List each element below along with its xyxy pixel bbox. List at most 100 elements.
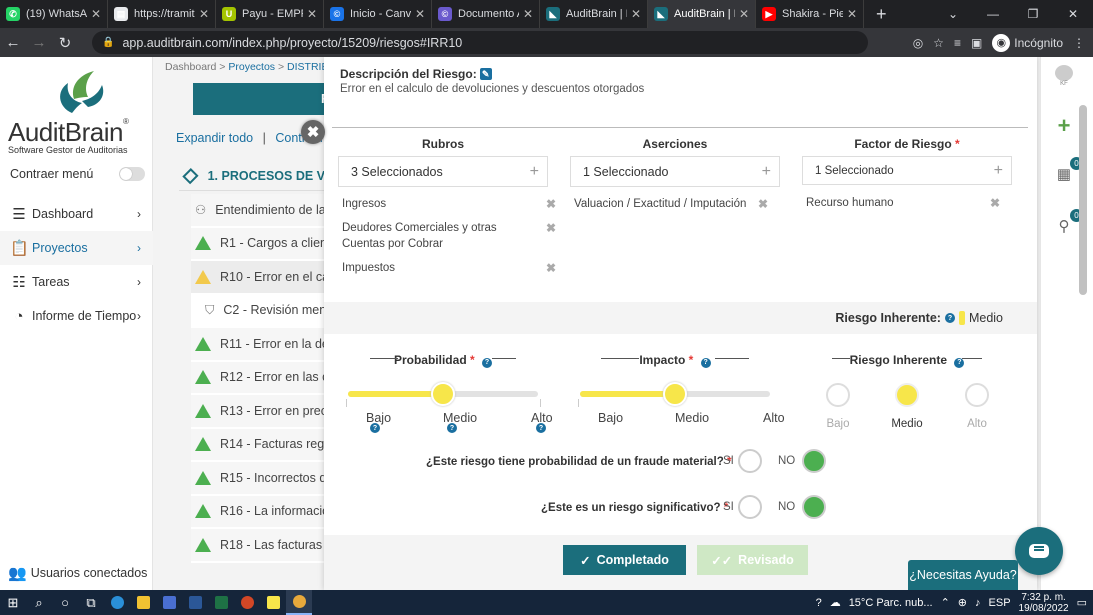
close-tab-icon[interactable]: ✕ — [631, 7, 641, 21]
restore-icon[interactable]: ❐ — [1013, 7, 1053, 21]
close-tab-icon[interactable]: ✕ — [199, 7, 209, 21]
risk-list-item[interactable]: R12 - Error en las cuentas — [191, 361, 341, 395]
browser-tab[interactable]: © Documento A ✕ — [432, 0, 540, 28]
new-tab-button[interactable]: + — [876, 4, 887, 25]
sidepanel-icon[interactable]: ▣ — [971, 36, 982, 50]
windows-start-icon[interactable]: ⊞ — [0, 590, 26, 615]
powerpoint-icon[interactable] — [234, 590, 260, 615]
risk-option-high[interactable] — [965, 383, 989, 407]
browser-tab[interactable]: ◣ AuditBrain | R ✕ — [648, 0, 756, 28]
add-icon[interactable]: + — [1053, 113, 1075, 138]
probabilidad-slider[interactable] — [348, 382, 538, 406]
browser-tab[interactable]: U Payu - EMPRE ✕ — [216, 0, 324, 28]
remove-icon[interactable]: ✖ — [758, 196, 768, 212]
back-icon[interactable]: ← — [0, 34, 26, 51]
factor-select[interactable]: 1 Seleccionado + — [802, 156, 1012, 185]
toggle-switch[interactable] — [119, 167, 145, 181]
browser-tab[interactable]: ▤ https://tramit ✕ — [108, 0, 216, 28]
risk-option-low[interactable] — [826, 383, 850, 407]
help-icon[interactable]: ? — [700, 357, 711, 368]
completed-button[interactable]: ✓ Completado — [563, 545, 686, 575]
breadcrumb-dashboard[interactable]: Dashboard — [165, 61, 216, 73]
excel-icon[interactable] — [208, 590, 234, 615]
user-avatar[interactable]: KF — [1053, 65, 1075, 87]
add-icon[interactable]: + — [994, 162, 1003, 180]
cortana-icon[interactable]: ○ — [52, 590, 78, 615]
remove-icon[interactable]: ✖ — [546, 260, 556, 276]
fraud-yes-radio[interactable] — [738, 449, 762, 473]
help-icon[interactable]: ? — [370, 423, 380, 433]
risk-list-item[interactable]: R14 - Facturas registradas — [191, 428, 341, 462]
risk-list-item[interactable]: ⛉ C2 - Revisión mensual — [191, 294, 341, 328]
impacto-slider[interactable] — [580, 382, 770, 406]
help-button[interactable]: ¿Necesitas Ayuda? — [908, 560, 1018, 590]
close-window-icon[interactable]: ✕ — [1053, 7, 1093, 21]
notifications-icon[interactable]: ▭ — [1077, 596, 1087, 609]
collapse-menu-toggle[interactable]: Contraer menú — [10, 167, 145, 181]
help-icon[interactable]: ? — [944, 313, 955, 323]
significant-no-radio[interactable] — [802, 495, 826, 519]
remove-icon[interactable]: ✖ — [990, 195, 1000, 211]
browser-tab[interactable]: ◣ AuditBrain | R ✕ — [540, 0, 648, 28]
rubros-select[interactable]: 3 Seleccionados + — [338, 156, 548, 187]
risk-list-item[interactable]: R16 - La información — [191, 495, 341, 529]
star-icon[interactable]: ☆ — [933, 36, 944, 50]
edit-icon[interactable]: ✎ — [479, 68, 492, 80]
search-icon[interactable]: ⌕ — [26, 590, 52, 615]
clock[interactable]: 7:32 p. m. 19/08/2022 — [1019, 592, 1069, 614]
word-icon[interactable] — [182, 590, 208, 615]
sidebar-item-tareas[interactable]: ☷ Tareas › — [0, 265, 153, 299]
explorer-icon[interactable] — [130, 590, 156, 615]
aserciones-select[interactable]: 1 Seleccionado + — [570, 156, 780, 187]
close-tab-icon[interactable]: ✕ — [415, 7, 425, 21]
add-icon[interactable]: + — [762, 163, 771, 181]
close-tab-icon[interactable]: ✕ — [307, 7, 317, 21]
risk-option-medium[interactable] — [895, 383, 919, 407]
browser-tab[interactable]: © Inicio - Canva ✕ — [324, 0, 432, 28]
reviewed-button[interactable]: ✓✓ Revisado — [697, 545, 808, 575]
close-tab-icon[interactable]: ✕ — [739, 7, 749, 21]
address-bar[interactable]: 🔒 app.auditbrain.com/index.php/proyecto/… — [92, 31, 868, 54]
network-icon[interactable]: ⊕ — [958, 596, 967, 609]
forward-icon[interactable]: → — [26, 34, 52, 51]
task-view-icon[interactable]: ⧉ — [78, 590, 104, 615]
sidebar-item-proyectos[interactable]: 📋 Proyectos › — [0, 231, 153, 265]
eye-off-icon[interactable]: ◎ — [913, 36, 923, 50]
help-icon[interactable]: ? — [482, 357, 493, 368]
sidebar-item-dashboard[interactable]: ☰ Dashboard › — [0, 197, 153, 231]
risk-list-item[interactable]: R11 - Error en la determinación — [191, 328, 341, 362]
notes-icon[interactable]: ▦ 0 — [1053, 157, 1083, 185]
remove-icon[interactable]: ✖ — [546, 196, 556, 212]
incognito-badge[interactable]: ◉ Incógnito — [992, 33, 1063, 52]
chrome-icon[interactable] — [286, 590, 312, 615]
slider-knob[interactable] — [663, 382, 687, 406]
weather-text[interactable]: 15°C Parc. nub... — [849, 597, 933, 609]
browser-tab[interactable]: ▶ Shakira - Pies ✕ — [756, 0, 864, 28]
risk-list-item[interactable]: R1 - Cargos a clientes — [191, 227, 341, 261]
store-icon[interactable] — [156, 590, 182, 615]
volume-icon[interactable]: ♪ — [975, 597, 981, 609]
risk-list-item[interactable]: R15 - Incorrectos datos — [191, 462, 341, 496]
connected-users[interactable]: 👥 Usuarios conectados — [8, 564, 147, 582]
close-tab-icon[interactable]: ✕ — [91, 7, 101, 21]
language-indicator[interactable]: ESP — [989, 597, 1011, 609]
add-icon[interactable]: + — [530, 163, 539, 181]
help-icon[interactable]: ? — [447, 423, 457, 433]
close-modal-button[interactable]: ✖ — [301, 120, 325, 144]
edge-icon[interactable] — [104, 590, 130, 615]
close-tab-icon[interactable]: ✕ — [847, 7, 857, 21]
tab-search-icon[interactable]: ⌄ — [933, 7, 973, 21]
risk-list-item[interactable]: R18 - Las facturas no — [191, 529, 341, 563]
minimize-icon[interactable]: — — [973, 7, 1013, 21]
risk-list-item[interactable]: R13 - Error en precios — [191, 395, 341, 429]
brand-logo[interactable]: AuditBrain® Software Gestor de Auditoria… — [8, 65, 148, 155]
tray-chevron-icon[interactable]: ⌃ — [941, 596, 950, 609]
help-tray-icon[interactable]: ? — [816, 597, 822, 609]
media-icon[interactable]: ≡ — [954, 36, 961, 50]
remove-icon[interactable]: ✖ — [546, 220, 556, 236]
expand-all-link[interactable]: Expandir todo — [176, 131, 253, 145]
help-icon[interactable]: ? — [536, 423, 546, 433]
process-header[interactable]: 1. PROCESOS DE VENTAS — [179, 161, 339, 191]
risk-list-item[interactable]: R10 - Error en el calculo — [191, 261, 341, 295]
tasks-icon[interactable]: ⚲ 0 — [1053, 209, 1083, 237]
